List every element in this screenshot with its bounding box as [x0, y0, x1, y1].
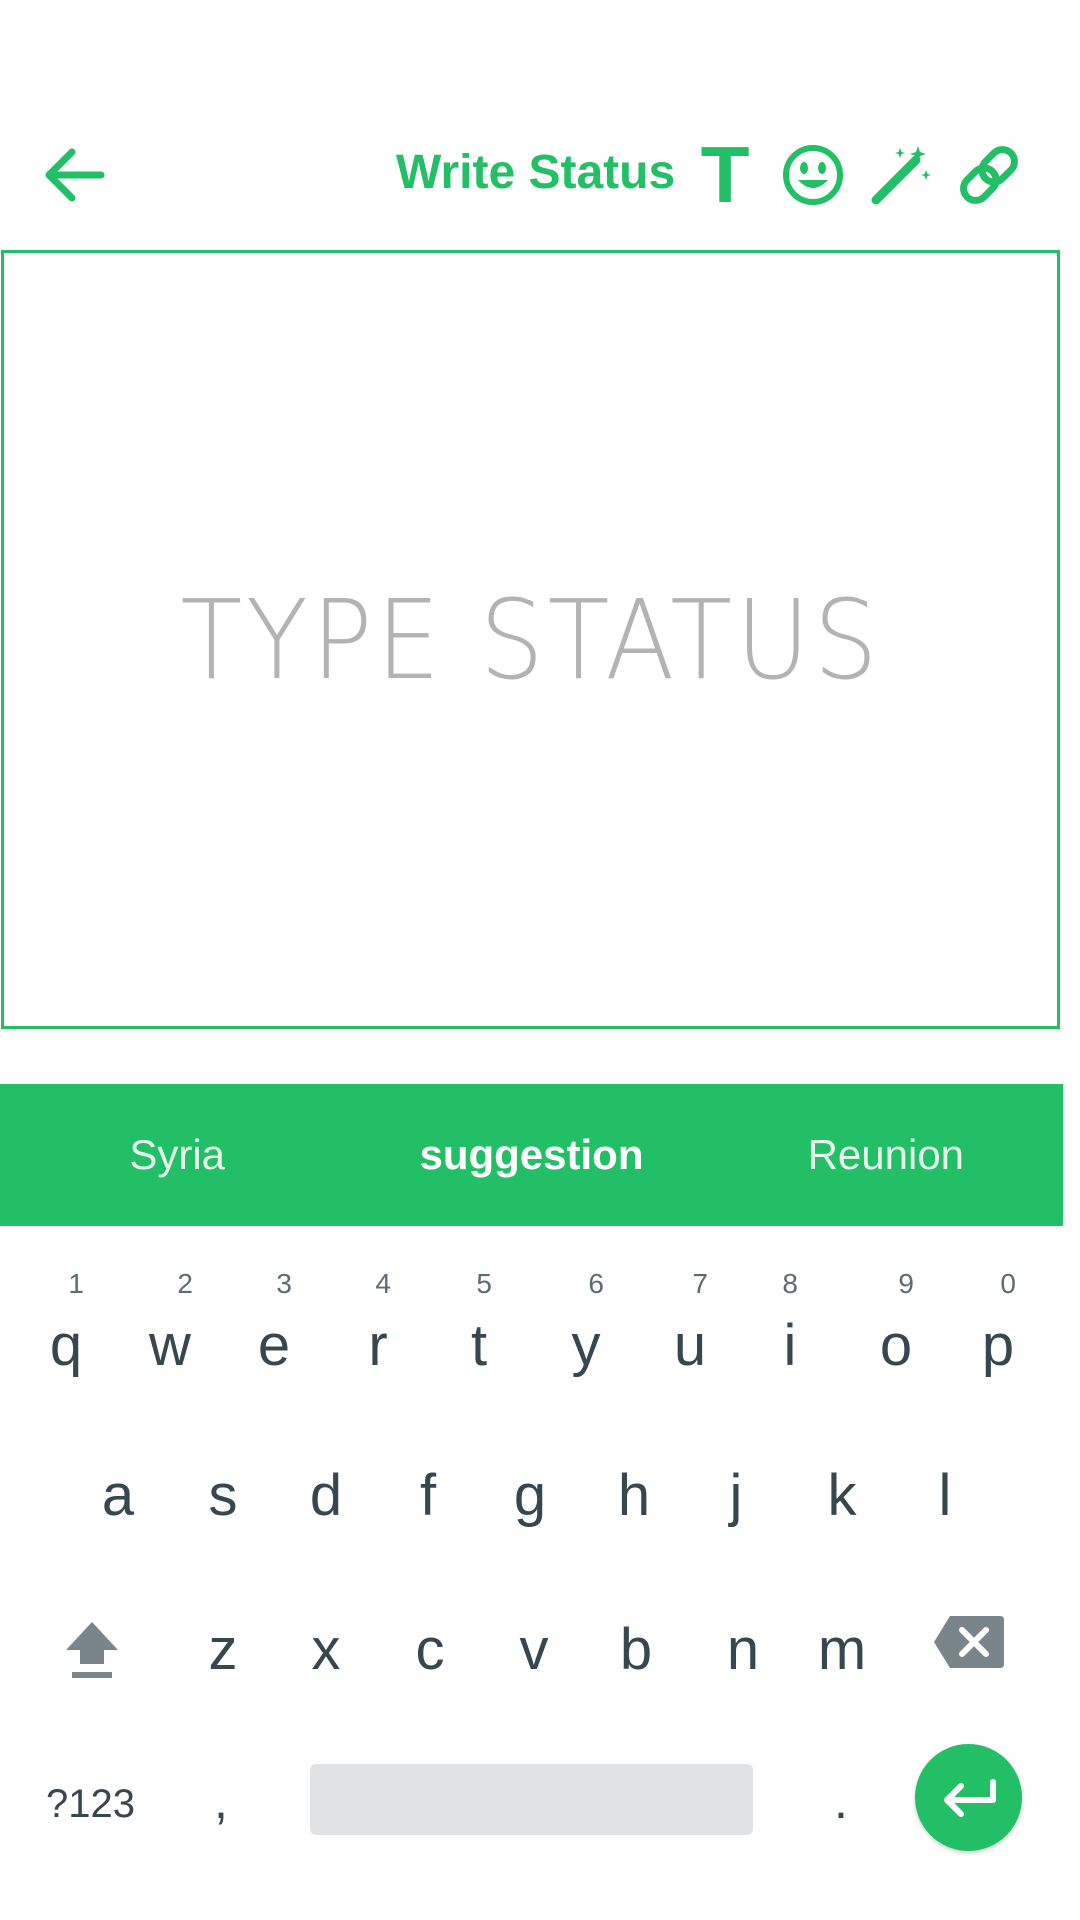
key-label: y [571, 1313, 601, 1378]
backspace-icon [934, 1616, 1004, 1668]
key-k[interactable]: k [822, 1462, 862, 1529]
key-number-hint: 2 [177, 1268, 193, 1299]
key-c[interactable]: c [410, 1616, 450, 1683]
text-format-button[interactable]: T [680, 130, 770, 220]
shift-arrow-icon [66, 1622, 118, 1678]
key-label: p [981, 1313, 1015, 1378]
key-d[interactable]: d [306, 1462, 346, 1529]
key-label: t [470, 1313, 488, 1378]
suggestion-bar: Syria suggestion Reunion [0, 1084, 1063, 1226]
period-key[interactable]: . [834, 1772, 848, 1830]
key-v[interactable]: v [514, 1616, 554, 1683]
key-number-hint: 5 [476, 1268, 492, 1299]
key-number-hint: 6 [588, 1268, 604, 1299]
key-number-hint: 9 [898, 1268, 914, 1299]
key-h[interactable]: h [614, 1462, 654, 1529]
key-label: r [368, 1313, 388, 1378]
back-button[interactable] [30, 135, 120, 215]
space-bar[interactable] [310, 1764, 753, 1835]
suggestion-left[interactable]: Syria [0, 1131, 354, 1179]
key-p[interactable]: p0 [978, 1268, 1018, 1379]
key-l[interactable]: l [935, 1462, 955, 1529]
key-label: q [49, 1313, 83, 1378]
key-y[interactable]: y6 [566, 1268, 606, 1379]
emoji-button[interactable] [768, 130, 858, 220]
key-f[interactable]: f [413, 1462, 443, 1529]
key-a[interactable]: a [98, 1462, 138, 1529]
suggestion-right[interactable]: Reunion [709, 1131, 1063, 1179]
key-s[interactable]: s [203, 1462, 243, 1529]
key-e[interactable]: e3 [254, 1268, 294, 1379]
magic-wand-button[interactable] [856, 130, 946, 220]
key-label: i [783, 1313, 797, 1378]
link-icon [960, 146, 1018, 204]
key-label: o [879, 1313, 913, 1378]
backspace-key[interactable] [932, 1614, 1006, 1670]
key-number-hint: 8 [782, 1268, 798, 1299]
shift-key[interactable] [62, 1618, 122, 1678]
key-number-hint: 4 [375, 1268, 391, 1299]
key-number-hint: 3 [276, 1268, 292, 1299]
comma-key[interactable]: , [214, 1772, 228, 1830]
key-b[interactable]: b [616, 1616, 656, 1683]
key-label: u [673, 1313, 707, 1378]
status-placeholder: TYPE STATUS [180, 575, 881, 704]
key-t[interactable]: t5 [464, 1268, 494, 1379]
key-w[interactable]: w2 [145, 1268, 195, 1379]
suggestion-middle[interactable]: suggestion [354, 1131, 708, 1179]
text-format-icon: T [700, 130, 750, 219]
back-arrow-icon [45, 148, 105, 202]
symbols-key[interactable]: ?123 [46, 1782, 135, 1827]
key-j[interactable]: j [726, 1462, 746, 1529]
key-r[interactable]: r4 [363, 1268, 393, 1379]
page-title: Write Status [396, 146, 676, 199]
key-q[interactable]: q1 [46, 1268, 86, 1379]
enter-key[interactable] [915, 1744, 1022, 1851]
key-number-hint: 0 [1000, 1268, 1016, 1299]
key-g[interactable]: g [510, 1462, 550, 1529]
enter-arrow-icon [943, 1778, 996, 1817]
key-m[interactable]: m [812, 1616, 872, 1683]
key-u[interactable]: u7 [670, 1268, 710, 1379]
key-x[interactable]: x [306, 1616, 346, 1683]
key-label: w [149, 1313, 191, 1378]
key-o[interactable]: o9 [876, 1268, 916, 1379]
key-z[interactable]: z [203, 1616, 243, 1683]
key-number-hint: 7 [692, 1268, 708, 1299]
link-button[interactable] [944, 130, 1034, 220]
key-number-hint: 1 [68, 1268, 84, 1299]
magic-wand-icon [871, 146, 931, 205]
status-text-area[interactable]: TYPE STATUS [1, 250, 1060, 1029]
key-i[interactable]: i8 [780, 1268, 800, 1379]
emoji-icon [783, 145, 843, 205]
key-n[interactable]: n [718, 1616, 768, 1683]
key-label: e [257, 1313, 291, 1378]
